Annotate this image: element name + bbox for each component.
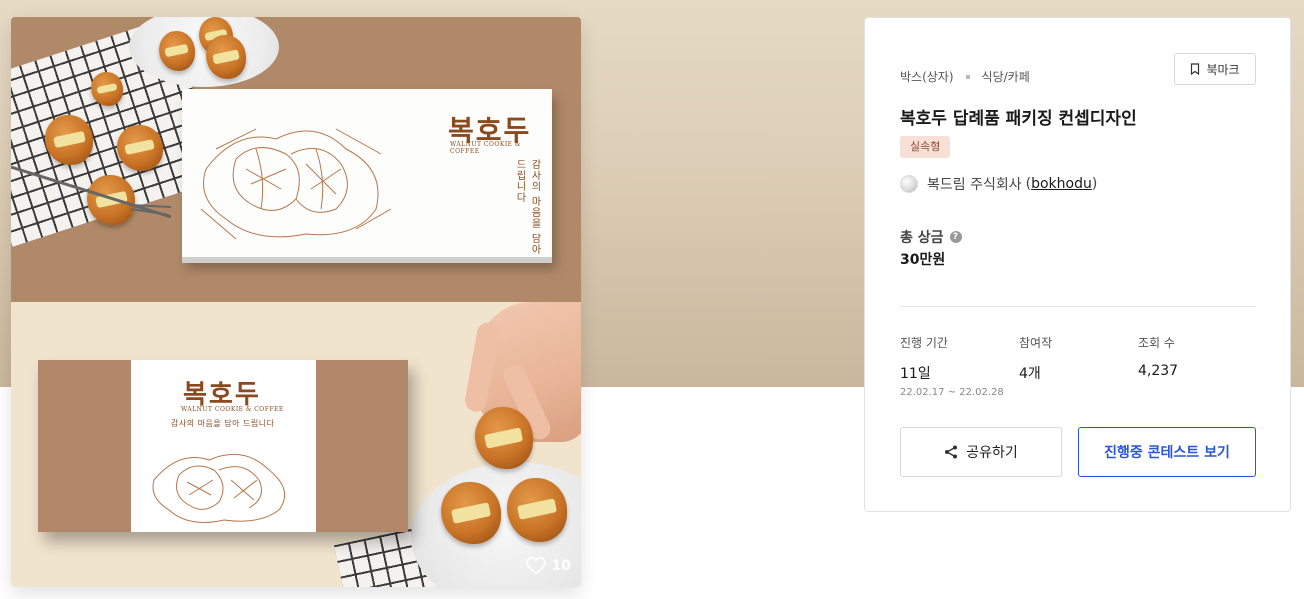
cookie-sketch-illustration	[200, 128, 392, 240]
host-id-close-paren: )	[1091, 176, 1098, 192]
box-tagline: 감사의 마음을 담아 드립니다	[171, 419, 275, 428]
entries-value: 4개	[1019, 366, 1041, 382]
views-value: 4,237	[1138, 363, 1179, 379]
package-box-lid: 복호두 WALNUT COOKIE & COFFEE 감사의 마음을 담아 드립…	[182, 89, 552, 261]
cookie-sketch-illustration	[152, 453, 286, 523]
help-icon[interactable]: ?	[949, 231, 962, 243]
host-id-group: (bokhodu)	[1026, 176, 1098, 192]
divider	[900, 306, 1256, 307]
contest-title: 복호두 답례품 패키징 컨셉디자인	[900, 109, 1137, 129]
walnut-cookie	[91, 72, 123, 106]
bookmark-icon	[1191, 63, 1200, 75]
bookmark-label: 북마크	[1206, 62, 1240, 77]
duration-label: 진행 기간	[900, 336, 948, 350]
image-panel-top: 복호두 WALNUT COOKIE & COFFEE 감사의 마음을 담아 드립…	[11, 17, 581, 302]
entries-label: 참여작	[1019, 336, 1053, 350]
like-counter[interactable]: 10	[525, 557, 571, 575]
breadcrumb: 박스(상자) 식당/카페	[900, 68, 1030, 85]
walnut-cookie	[159, 31, 195, 71]
image-panel-bottom: 복호두 WALNUT COOKIE & COFFEE 감사의 마음을 담아 드립…	[11, 302, 581, 587]
prize-label: 총 상금	[900, 230, 944, 246]
brand-subtitle: WALNUT COOKIE & COFFEE	[450, 141, 521, 155]
bookmark-button[interactable]: 북마크	[1174, 53, 1256, 85]
host-id-link[interactable]: bokhodu	[1031, 176, 1092, 192]
share-button[interactable]: 공유하기	[900, 427, 1062, 477]
walnut-cookie	[475, 407, 533, 469]
stat-views: 조회 수 4,237	[1138, 334, 1178, 379]
view-ongoing-contests-button[interactable]: 진행중 콘테스트 보기	[1078, 427, 1256, 477]
brand-subtitle: WALNUT COOKIE & COFFEE	[181, 406, 284, 413]
type-badge: 실속형	[900, 136, 951, 158]
contest-image[interactable]: 복호두 WALNUT COOKIE & COFFEE 감사의 마음을 담아 드립…	[11, 17, 581, 587]
package-box-edge	[182, 257, 552, 263]
breadcrumb-separator	[965, 74, 970, 79]
heart-icon[interactable]	[525, 557, 546, 575]
duration-range: 22.02.17 ~ 22.02.28	[900, 387, 1004, 398]
category-secondary[interactable]: 식당/카페	[982, 68, 1030, 85]
prize-label-row: 총 상금 ?	[900, 227, 962, 247]
host-name: 복드림 주식회사	[927, 177, 1022, 193]
duration-value: 11일	[900, 366, 931, 382]
like-count: 10	[551, 558, 571, 574]
prize-value: 30만원	[900, 252, 946, 268]
walnut-cookie	[441, 482, 501, 544]
box-vertical-message: 감사의 마음을 담아 드립니다	[514, 159, 540, 256]
views-label: 조회 수	[1138, 336, 1175, 350]
fork	[11, 165, 172, 219]
stat-duration: 진행 기간 11일 22.02.17 ~ 22.02.28	[900, 334, 1004, 398]
share-icon	[945, 445, 958, 459]
host-info: 복드림 주식회사 (bokhodu)	[900, 174, 1097, 194]
host-avatar	[900, 175, 918, 193]
category-primary[interactable]: 박스(상자)	[900, 68, 954, 85]
package-box-front: 복호두 WALNUT COOKIE & COFFEE 감사의 마음을 담아 드립…	[38, 360, 408, 532]
package-sleeve: 복호두 WALNUT COOKIE & COFFEE 감사의 마음을 담아 드립…	[131, 360, 316, 532]
share-label: 공유하기	[966, 445, 1018, 461]
stat-entries: 참여작 4개	[1019, 334, 1052, 383]
contest-info-card: 박스(상자) 식당/카페 북마크 복호두 답례품 패키징 컨셉디자인 실속형 복…	[864, 17, 1291, 512]
walnut-cookie	[507, 478, 567, 542]
walnut-cookie	[206, 35, 246, 79]
